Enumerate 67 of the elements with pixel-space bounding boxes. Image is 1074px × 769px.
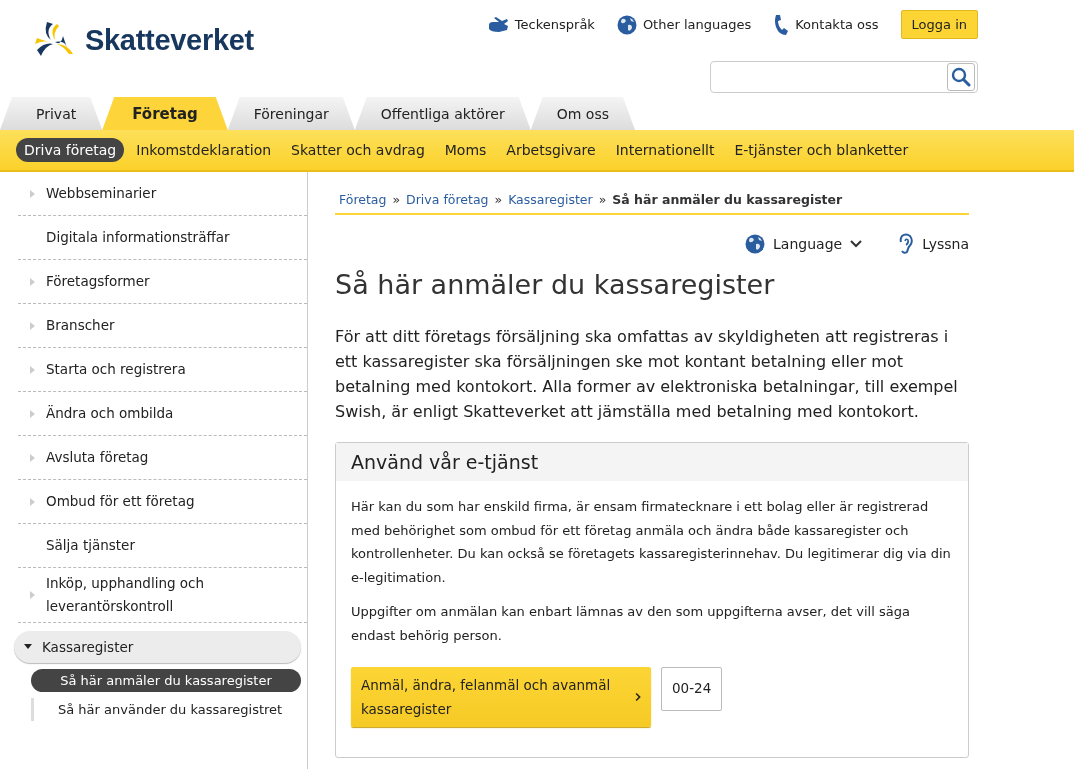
logo-wordmark[interactable]: Skatteverket <box>85 23 254 57</box>
sidebar-item-label: Kassaregister <box>42 637 134 657</box>
login-button[interactable]: Logga in <box>900 10 978 39</box>
sidebar-subitem[interactable]: Så här använder du kassaregistret <box>31 698 301 721</box>
e-service-button[interactable]: Anmäl, ändra, felanmäl och avanmäl kassaregister <box>351 667 651 727</box>
sidebar-item[interactable]: Digitala informationsträffar <box>18 216 307 260</box>
opening-hours: 00-24 <box>661 667 723 711</box>
search-field[interactable] <box>710 61 978 93</box>
sidebar-item-label: Företagsformer <box>46 272 150 291</box>
breadcrumb-separator: » <box>598 192 607 207</box>
sidebar-item-label: Ombud för ett företag <box>46 492 195 511</box>
breadcrumb-separator: » <box>494 192 503 207</box>
intro-paragraph: För att ditt företags försäljning ska omfattas av skyldigheten att registreras i ett kassaregister ska försäljningen ske mot kontant betalning eller mot betalning med kontokort. Alla former av elektroniska betalningar, till exempel Swish, är enligt Skatteverket att jämställa med betalning med kontokort. <box>335 326 959 423</box>
sub-nav-link[interactable]: Skatter och avdrag <box>283 138 433 162</box>
ear-icon <box>898 233 915 255</box>
globe-icon <box>745 234 766 254</box>
page-title: Så här anmäler du kassaregister <box>335 269 776 300</box>
top-link[interactable]: Kontakta oss <box>773 13 879 36</box>
sidebar-item-label: Webbseminarier <box>46 184 157 203</box>
sidebar-item-label: Sälja tjänster <box>46 536 135 555</box>
main-tab[interactable]: Privat <box>0 97 103 130</box>
sidebar-item[interactable]: Starta och registrera <box>18 348 307 392</box>
main-tab[interactable]: Föreningar <box>227 97 355 130</box>
main-tab[interactable]: Företag <box>102 97 228 130</box>
sidebar-item-label: Branscher <box>46 316 115 335</box>
search-button[interactable] <box>947 63 975 91</box>
sub-nav-link[interactable]: E-tjänster och blanketter <box>726 138 917 162</box>
breadcrumb-link[interactable]: Kassaregister <box>508 192 593 207</box>
card-heading: Använd vår e-tjänst <box>336 443 968 481</box>
sign-language-icon <box>486 15 509 34</box>
sidebar-item-label: Ändra och ombilda <box>46 404 174 423</box>
main-tab[interactable]: Om oss <box>530 97 635 130</box>
phone-icon <box>773 13 790 36</box>
sidebar-item[interactable]: Inköp, upphandling och leverantörskontroll <box>18 568 307 623</box>
sidebar-item[interactable]: Ombud för ett företag <box>18 480 307 524</box>
sidebar-item-label: Avsluta företag <box>46 448 149 467</box>
sub-nav-link[interactable]: Arbetsgivare <box>498 138 604 162</box>
top-link[interactable]: Teckenspråk <box>486 15 595 34</box>
main-tab[interactable]: Offentliga aktörer <box>354 97 531 130</box>
top-link[interactable]: Other languages <box>616 14 752 35</box>
sidebar-item-label: Starta och registrera <box>46 360 186 379</box>
breadcrumb-separator: » <box>392 192 401 207</box>
sidebar-item[interactable]: Branscher <box>18 304 307 348</box>
sidebar-item-expanded[interactable]: Kassaregister <box>14 631 301 663</box>
breadcrumb-link[interactable]: Företag <box>339 192 387 207</box>
sub-nav-link[interactable]: Moms <box>436 138 495 162</box>
chevron-right-icon <box>634 691 641 703</box>
sidebar-item[interactable]: Avsluta företag <box>18 436 307 480</box>
card-paragraph: Här kan du som har enskild firma, är ensam firmatecknare i ett bolag eller är registrerad med behörighet som ombud för ett företag anmäla och ändra både kassaregister och kontrollenheter. Du kan också se företagets kassaregisterinnehav. Du legitimerar dig via din e-legitimation. <box>351 498 952 587</box>
chevron-down-icon <box>850 240 863 248</box>
sidebar-item[interactable]: Ändra och ombilda <box>18 392 307 436</box>
sub-nav-link[interactable]: Internationellt <box>607 138 723 162</box>
sidebar-item[interactable]: Företagsformer <box>18 260 307 304</box>
breadcrumb-link[interactable]: Driva företag <box>406 192 489 207</box>
breadcrumb-current: Så här anmäler du kassaregister <box>612 192 843 207</box>
sub-nav-link[interactable]: Driva företag <box>16 138 125 162</box>
globe-icon <box>616 14 637 35</box>
listen-button[interactable]: Lyssna <box>898 233 969 255</box>
sidebar-subitem[interactable]: Så här anmäler du kassaregister <box>31 669 301 692</box>
sidebar-item-label: Digitala informationsträffar <box>46 228 230 247</box>
sidebar-item-label: Inköp, upphandling och leverantörskontroll <box>46 574 206 616</box>
search-icon <box>951 67 971 87</box>
sidebar-item[interactable]: Webbseminarier <box>18 172 307 216</box>
sub-nav-link[interactable]: Inkomstdeklaration <box>128 138 280 162</box>
sidebar-item[interactable]: Sälja tjänster <box>18 524 307 568</box>
card-paragraph: Uppgifter om anmälan kan enbart lämnas av den som uppgifterna avser, det vill säga endast behörig person. <box>351 603 911 645</box>
language-menu[interactable]: Language <box>745 234 863 254</box>
